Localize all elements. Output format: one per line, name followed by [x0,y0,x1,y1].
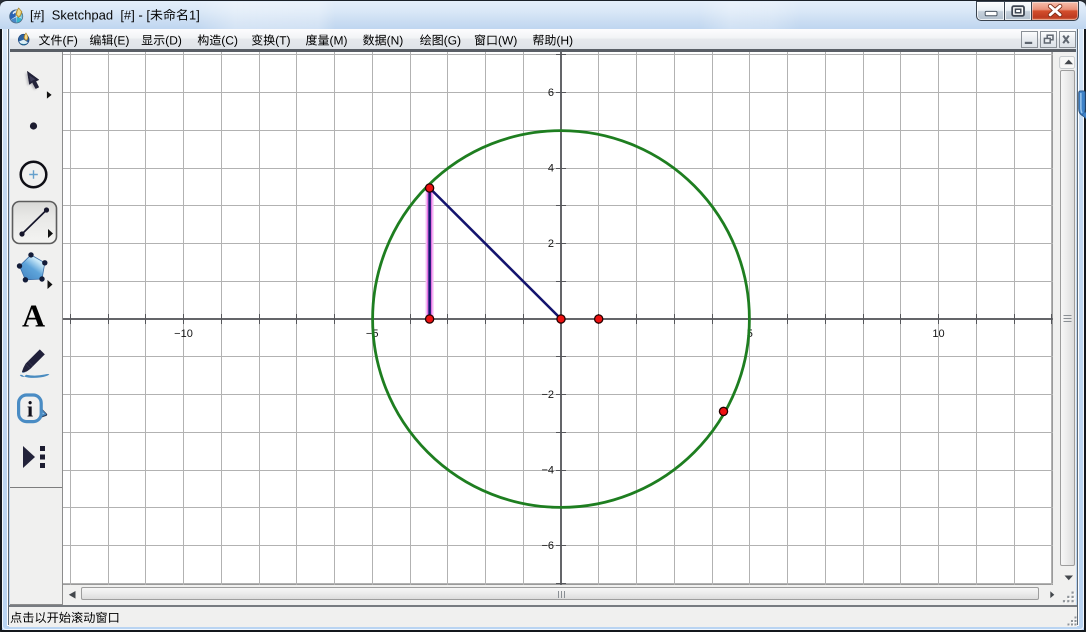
svg-text:10: 10 [932,328,944,340]
svg-text:−2: −2 [541,389,554,401]
svg-text:−10: −10 [174,328,193,340]
svg-text:4: 4 [548,163,554,175]
svg-text:i: i [27,397,33,422]
svg-text:2: 2 [548,238,554,250]
svg-text:A: A [22,298,45,334]
svg-text:6: 6 [548,87,554,99]
svg-text:−6: −6 [541,540,554,552]
svg-text:−4: −4 [541,465,554,477]
